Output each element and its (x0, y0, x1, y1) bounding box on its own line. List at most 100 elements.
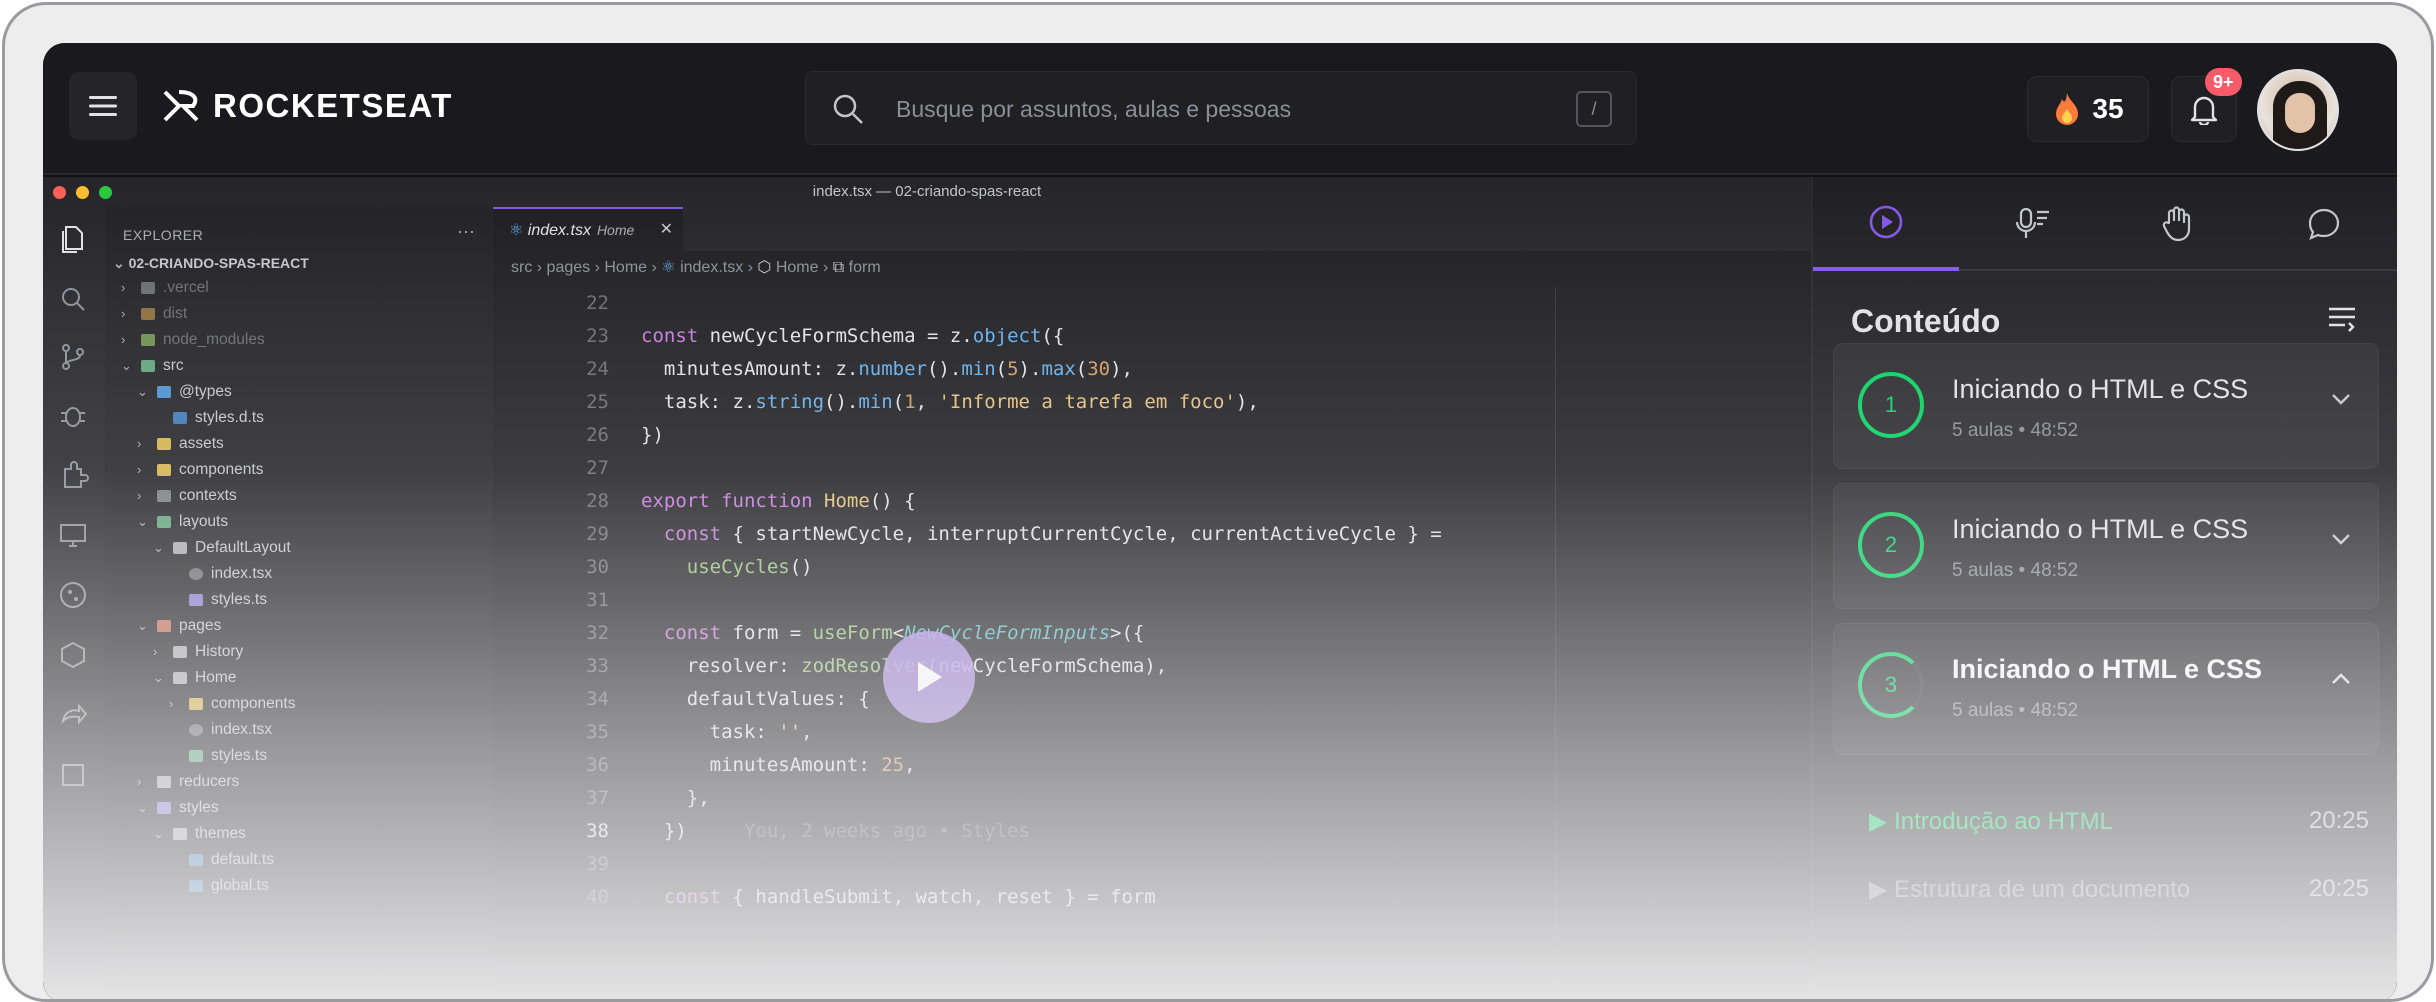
play-button[interactable] (883, 631, 975, 723)
inline-blame: You, 2 weeks ago • Styles (743, 820, 1030, 842)
file-explorer: EXPLORER ··· ⌄ 02-CRIANDO-SPAS-REACT › .v… (105, 207, 493, 999)
maximize-window-icon (99, 186, 112, 199)
microphone-icon (2015, 207, 2049, 238)
lesson-item[interactable]: ▶ Estrutura de um documento 20:25 (1869, 875, 2369, 904)
lesson-title: Introdução ao HTML (1894, 808, 2113, 835)
code-content: const newCycleFormSchema = z.object({ mi… (641, 325, 1442, 908)
avatar-face (2285, 93, 2315, 133)
tree-item[interactable]: ⌄ @types (137, 379, 232, 405)
tree-item[interactable]: › dist (121, 301, 187, 327)
chevron-up-icon (2332, 673, 2350, 684)
lesson-item[interactable]: ▶ Introdução ao HTML 20:25 (1869, 807, 2369, 836)
git-graph-icon (60, 582, 86, 608)
tree-item[interactable]: › assets (137, 431, 224, 457)
tree-item[interactable]: global.ts (169, 873, 269, 899)
tab-materials[interactable] (2105, 177, 2251, 271)
tree-item[interactable]: ⌄ DefaultLayout (153, 535, 291, 561)
tab-label: index.tsx (527, 222, 591, 239)
tab-transcript[interactable] (1959, 177, 2105, 271)
chevron-down-icon (2332, 394, 2350, 405)
logo-text: ROCKETSEAT (213, 87, 453, 124)
chat-bubble-icon (2308, 208, 2340, 240)
react-file-icon: ⚛ (509, 222, 528, 239)
tree-item[interactable]: ⌄ src (121, 353, 184, 379)
module-meta: 5 aulas • 48:52 (1952, 700, 2079, 721)
tree-item[interactable]: ⌄ themes (153, 821, 246, 847)
tree-item[interactable]: ⌄ layouts (137, 509, 228, 535)
tab-comments[interactable] (2251, 177, 2397, 271)
breadcrumb-item[interactable]: Home (604, 259, 647, 276)
breadcrumb-item[interactable]: form (849, 259, 881, 276)
panel-tabs (1813, 177, 2397, 271)
module-number: 3 (1858, 652, 1924, 718)
tab-video[interactable] (1813, 177, 1959, 271)
logo[interactable]: ROCKETSEAT (161, 87, 453, 125)
video-icon: ▶ (1869, 876, 1895, 903)
breadcrumb-item[interactable]: pages (547, 259, 591, 276)
search-icon (833, 94, 863, 124)
live-share-icon (61, 703, 88, 725)
debug-icon (61, 407, 85, 427)
tree-item[interactable]: › components (169, 691, 295, 717)
project-folder[interactable]: ⌄ 02-CRIANDO-SPAS-REACT (113, 255, 309, 272)
avatar[interactable] (2257, 69, 2339, 151)
project-name: 02-CRIANDO-SPAS-REACT (128, 255, 309, 271)
ruler-line (1555, 287, 1556, 987)
tab-index-tsx[interactable]: ⚛ index.tsx Home ✕ (493, 207, 683, 251)
line-numbers: 22 23 24 25 26 27 28 29 30 31 32 33 34 35 36 37 38 39 40 (586, 292, 609, 908)
search-input[interactable]: Busque por assuntos, aulas e pessoas / (805, 71, 1637, 145)
breadcrumb-item[interactable]: index.tsx (680, 259, 743, 276)
module-title: Iniciando o HTML e CSS (1952, 654, 2263, 684)
tree-item[interactable]: ⌄ Home (153, 665, 236, 691)
breadcrumb: src › pages › Home › ⚛ index.tsx › ⬡ Hom… (511, 259, 881, 276)
breadcrumb-item[interactable]: Home (776, 259, 819, 276)
window-controls (53, 186, 112, 199)
tree-item[interactable]: styles.ts (169, 587, 267, 613)
tree-item[interactable]: ⌄ pages (137, 613, 221, 639)
code-editor-preview: index.tsx — 02-criando-spas-react EXPLOR… (43, 177, 1811, 999)
module-card[interactable]: 1 Iniciando o HTML e CSS 5 aulas • 48:52 (1833, 343, 2379, 469)
streak-button[interactable]: 35 (2027, 76, 2149, 142)
flame-icon (2056, 93, 2079, 125)
video-icon: ▶ (1869, 808, 1895, 835)
tree-item[interactable]: › node_modules (121, 327, 265, 353)
files-icon (62, 226, 83, 253)
window-title: index.tsx — 02-criando-spas-react (812, 183, 1042, 200)
streak-count: 35 (2092, 93, 2124, 124)
tree-item[interactable]: › contexts (137, 483, 237, 509)
lesson-duration: 20:25 (2308, 875, 2369, 902)
editor-tabs: ⚛ index.tsx Home ✕ (493, 207, 1811, 251)
play-circle-icon (1869, 205, 1903, 239)
breadcrumb-item[interactable]: src (511, 259, 532, 276)
tree-item[interactable]: › History (153, 639, 243, 665)
menu-button[interactable] (69, 72, 137, 140)
close-window-icon (53, 186, 66, 199)
play-icon (918, 662, 942, 692)
tree-item[interactable]: styles.ts (169, 743, 267, 769)
tree-item[interactable]: index.tsx (169, 561, 272, 587)
remote-explorer-icon (60, 524, 86, 547)
tree-item[interactable]: › components (137, 457, 263, 483)
module-meta: 5 aulas • 48:52 (1952, 560, 2079, 581)
extensions-icon (64, 461, 89, 488)
tree-item[interactable]: ⌄ styles (137, 795, 219, 821)
tab-hint: Home (596, 222, 635, 238)
tree-item[interactable]: styles.d.ts (153, 405, 264, 431)
close-tab-icon[interactable]: ✕ (660, 209, 673, 251)
list-toggle-icon[interactable] (2327, 305, 2357, 333)
activity-bar (43, 207, 105, 999)
module-meta: 5 aulas • 48:52 (1952, 420, 2079, 441)
tree-item[interactable]: › .vercel (121, 275, 209, 301)
tree-item[interactable]: › reducers (137, 769, 239, 795)
tree-item[interactable]: default.ts (169, 847, 274, 873)
module-card[interactable]: 2 Iniciando o HTML e CSS 5 aulas • 48:52 (1833, 483, 2379, 609)
module-card-expanded[interactable]: 3 Iniciando o HTML e CSS 5 aulas • 48:52 (1833, 623, 2379, 755)
editor-titlebar: index.tsx — 02-criando-spas-react (43, 177, 1811, 207)
app-screen: ROCKETSEAT Busque por assuntos, aulas e … (43, 43, 2397, 999)
explorer-title: EXPLORER (123, 227, 204, 243)
tree-item[interactable]: index.tsx (169, 717, 272, 743)
module-number: 1 (1858, 372, 1924, 438)
module-title: Iniciando o HTML e CSS (1952, 514, 2249, 544)
search-placeholder: Busque por assuntos, aulas e pessoas (896, 96, 1292, 122)
more-actions-icon[interactable]: ··· (457, 221, 475, 242)
